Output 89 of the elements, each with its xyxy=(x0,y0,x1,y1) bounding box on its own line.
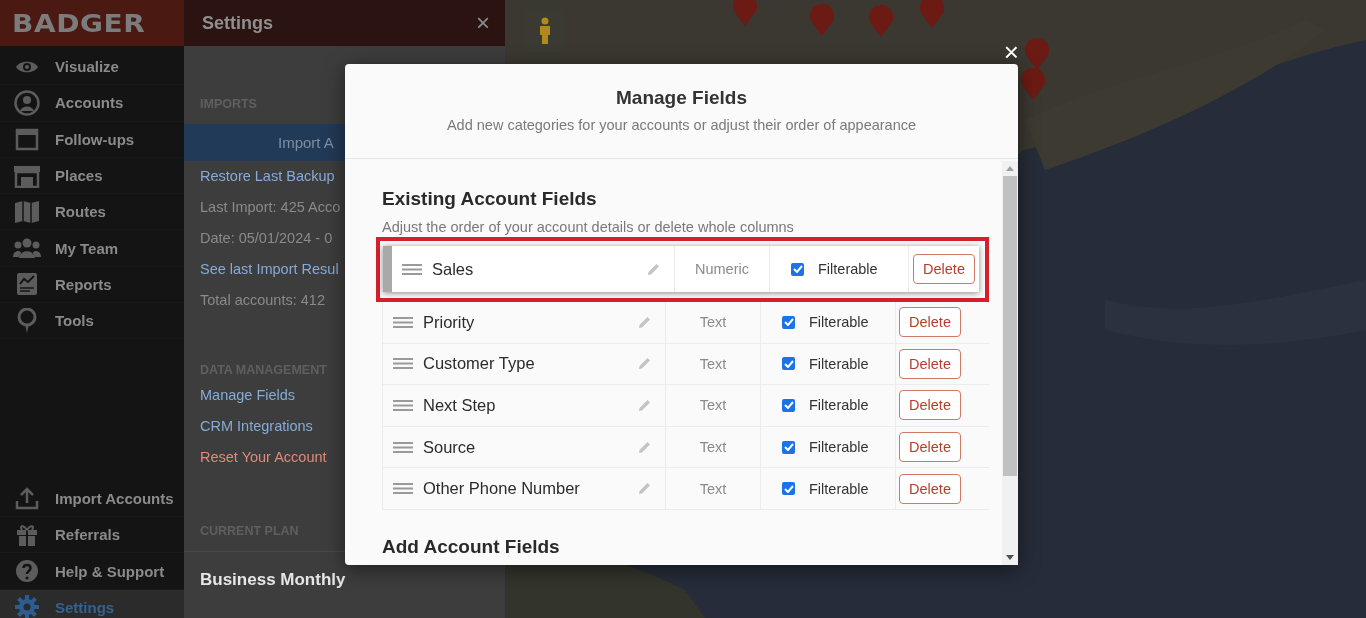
field-name: Sales xyxy=(432,259,475,279)
checkbox[interactable] xyxy=(782,440,795,454)
info-text: Total accounts: 412 xyxy=(199,291,325,310)
field-name: Source xyxy=(423,437,477,457)
upload-icon xyxy=(15,486,39,511)
field-name: Customer Type xyxy=(423,354,536,374)
checkbox[interactable] xyxy=(782,315,795,329)
gift-icon xyxy=(15,522,39,547)
nav-item[interactable]: Accounts xyxy=(0,85,184,122)
settings-link[interactable]: Manage Fields xyxy=(184,380,296,411)
close-button[interactable]: × xyxy=(476,11,490,35)
drag-handle-icon[interactable] xyxy=(393,400,413,411)
field-type: Text xyxy=(699,439,727,456)
field-name: Priority xyxy=(423,312,476,332)
people-icon xyxy=(13,237,41,260)
field-type: Text xyxy=(699,355,727,372)
nav-item[interactable]: Visualize xyxy=(0,49,184,86)
settings-link[interactable]: Restore Last Backup xyxy=(184,161,335,192)
nav-item[interactable]: Follow-ups xyxy=(0,121,184,158)
field-row[interactable]: Customer Type Text Filterable Delete xyxy=(382,343,989,386)
person-icon xyxy=(538,17,552,45)
checkbox-label: Filterable xyxy=(809,397,869,414)
drag-handle-icon[interactable] xyxy=(393,316,413,328)
nav-item[interactable]: Referrals xyxy=(0,517,184,554)
delete-button[interactable]: Delete xyxy=(913,254,975,284)
nav-item[interactable]: Routes xyxy=(0,194,184,231)
checkbox[interactable] xyxy=(791,262,804,276)
dragged-field-row[interactable]: Sales Numeric Filterable Delete xyxy=(392,246,979,292)
nav-item[interactable]: Help & Support xyxy=(0,553,184,590)
delete-button[interactable]: Delete xyxy=(899,432,961,463)
field-type: Text xyxy=(699,397,727,414)
settings-icon xyxy=(14,594,40,618)
checkbox[interactable] xyxy=(782,482,795,496)
pencil-icon[interactable] xyxy=(638,440,651,454)
person-icon xyxy=(14,89,40,116)
field-name: Next Step xyxy=(423,396,497,415)
drag-handle-icon[interactable] xyxy=(402,263,422,275)
checkbox[interactable] xyxy=(782,357,795,371)
field-row[interactable]: Source Text Filterable Delete xyxy=(382,426,989,469)
field-type: Numeric xyxy=(695,261,749,277)
field-name: Other Phone Number xyxy=(423,479,581,499)
scrollbar[interactable] xyxy=(1002,161,1018,565)
plan-name: Business Monthly xyxy=(199,569,346,591)
delete-button[interactable]: Delete xyxy=(899,348,961,379)
checkbox[interactable] xyxy=(782,399,795,412)
info-text: Last Import: 425 Acco xyxy=(199,198,341,217)
delete-button[interactable]: Delete xyxy=(899,473,961,504)
field-type: Text xyxy=(699,314,727,331)
close-button[interactable]: × xyxy=(1003,41,1019,63)
pin-icon xyxy=(16,307,38,334)
calendar-icon xyxy=(15,127,39,152)
delete-button[interactable]: Delete xyxy=(899,307,961,338)
pencil-icon[interactable] xyxy=(638,357,651,371)
nav-item[interactable]: My Team xyxy=(0,230,184,267)
nav-item[interactable]: Tools xyxy=(0,303,184,340)
store-icon xyxy=(13,163,41,188)
field-row[interactable]: Next Step Text Filterable Delete xyxy=(382,385,989,427)
section-description: Adjust the order of your account details or delete whole columns xyxy=(382,218,794,237)
checkbox-label: Filterable xyxy=(809,439,869,456)
nav-item[interactable]: Reports xyxy=(0,266,184,304)
checkbox-label: Filterable xyxy=(809,480,869,497)
field-row[interactable]: Priority Text Filterable Delete xyxy=(382,302,989,344)
drag-handle-icon[interactable] xyxy=(393,358,413,370)
question-icon xyxy=(15,559,39,584)
field-type: Text xyxy=(699,480,727,497)
section-heading: Existing Account Fields xyxy=(382,187,597,211)
nav-item[interactable]: Places xyxy=(0,157,184,195)
settings-link[interactable]: CRM Integrations xyxy=(184,411,313,442)
panel-title: Settings xyxy=(202,12,273,34)
field-row[interactable]: Other Phone Number Text Filterable Delete xyxy=(382,468,989,510)
checkbox-label: Filterable xyxy=(809,314,869,331)
checkbox-label: Filterable xyxy=(809,355,869,372)
pencil-icon[interactable] xyxy=(638,315,651,329)
pencil-icon[interactable] xyxy=(647,262,660,276)
reset-link[interactable]: Reset Your Account xyxy=(184,442,327,473)
checkbox-label: Filterable xyxy=(818,261,878,277)
delete-button[interactable]: Delete xyxy=(899,390,961,421)
chart-icon xyxy=(16,272,38,297)
drag-handle-icon[interactable] xyxy=(393,441,413,453)
pencil-icon[interactable] xyxy=(638,399,651,412)
settings-link[interactable]: See last Import Resul xyxy=(184,254,339,285)
drag-handle-icon[interactable] xyxy=(393,483,413,495)
pencil-icon[interactable] xyxy=(638,482,651,496)
info-text: Date: 05/01/2024 - 0 xyxy=(199,229,333,248)
map-icon xyxy=(14,199,40,224)
app-logo: BADGER xyxy=(12,8,146,38)
scroll-down-icon[interactable] xyxy=(1006,555,1014,560)
dialog-title: Manage Fields xyxy=(616,87,747,109)
scroll-up-icon[interactable] xyxy=(1006,166,1014,171)
